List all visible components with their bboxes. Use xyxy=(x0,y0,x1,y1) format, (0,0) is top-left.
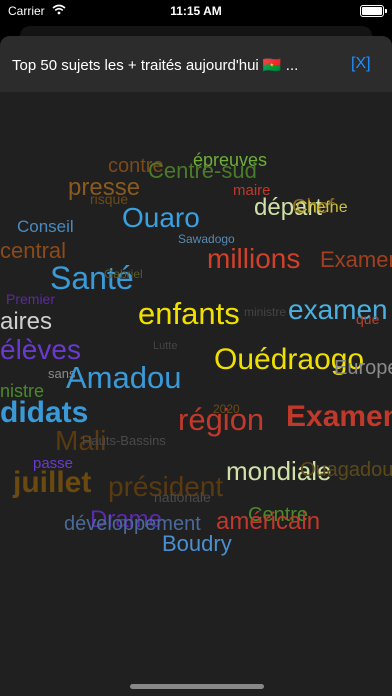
word-hauts-bassins: Hauts-Bassins xyxy=(82,433,166,448)
word-conseil: Conseil xyxy=(17,217,74,236)
word-ouagadougou: Ouagadougou xyxy=(300,459,392,481)
header-bar: Top 50 sujets les + traités aujourd'hui … xyxy=(0,36,392,92)
word-que: que xyxy=(356,311,380,327)
close-button[interactable]: [X] xyxy=(351,55,371,73)
word-ministre: ministre xyxy=(244,305,287,319)
word-ouaro: Ouaro xyxy=(122,202,200,233)
word-premier: Premier xyxy=(6,291,56,307)
word-gabriel: Gabriel xyxy=(104,267,143,281)
word-nationale: nationale xyxy=(154,489,211,505)
home-indicator xyxy=(130,684,264,689)
battery-icon xyxy=(360,5,387,17)
word-central: central xyxy=(0,238,67,263)
word-didats: didats xyxy=(0,396,89,429)
word-region: région xyxy=(178,402,265,437)
word-juillet: juillet xyxy=(13,466,92,499)
word-boudry: Boudry xyxy=(162,531,232,556)
word-centre-sud: Centre-sud xyxy=(148,158,257,183)
word-chefne: Chefne xyxy=(296,199,348,216)
modal-sheet: Top 50 sujets les + traités aujourd'hui … xyxy=(0,36,392,696)
word-amadou: Amadou xyxy=(66,360,182,395)
word-examens: Examens xyxy=(320,247,392,272)
word-examen-large: Examen xyxy=(286,400,392,433)
word-europe: Europe xyxy=(334,357,392,379)
status-bar: Carrier 11:15 AM xyxy=(0,0,392,22)
word-enfants: enfants xyxy=(138,296,240,331)
word-millions: millions xyxy=(207,243,301,274)
word-aires: aires xyxy=(0,308,53,335)
page-title: Top 50 sujets les + traités aujourd'hui … xyxy=(12,57,299,74)
word-lutte: Lutte xyxy=(153,340,178,352)
word-cloud: contre épreuves Centre-sud presse maire … xyxy=(0,92,392,696)
status-time: 11:15 AM xyxy=(170,4,222,18)
